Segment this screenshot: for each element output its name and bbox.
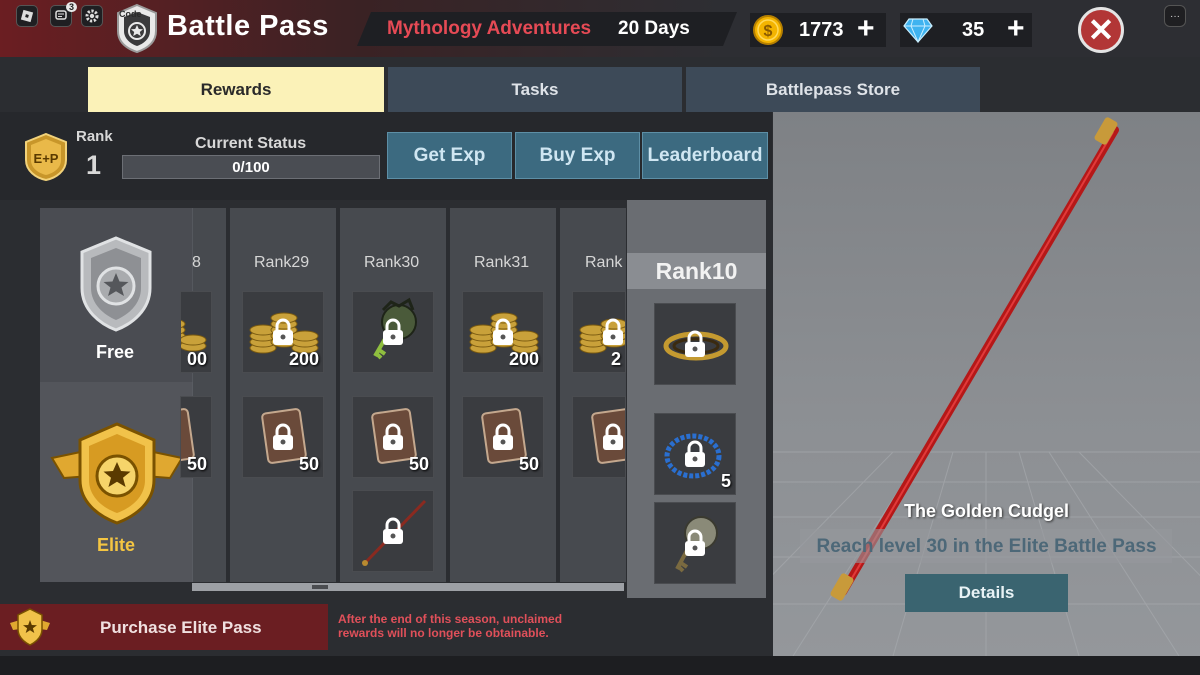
reward-quantity: 00 — [186, 349, 207, 369]
highlight-reward-elite[interactable] — [654, 502, 736, 584]
reward-quantity: 2 — [610, 349, 621, 369]
tab-battlepass-store[interactable]: Battlepass Store — [686, 67, 980, 112]
bottom-strip — [0, 656, 1200, 675]
reward-grid-scrollbar[interactable] — [192, 583, 624, 591]
reward-quantity: 50 — [186, 454, 207, 474]
rank-value: 1 — [86, 150, 102, 180]
reward-quantity: 50 — [518, 454, 539, 474]
add-coins-plus-icon[interactable]: + — [857, 14, 875, 44]
lock-icon — [603, 423, 623, 450]
lock-icon — [273, 318, 293, 345]
rank-column-header: 8 — [192, 254, 201, 271]
reward-cell-elite[interactable]: 50 — [352, 396, 434, 478]
season-name: Mythology Adventures — [387, 18, 592, 39]
lock-icon — [383, 318, 403, 345]
reward-cell-elite-extra[interactable] — [352, 490, 434, 572]
elite-winged-shield-icon — [50, 420, 184, 526]
lock-icon — [685, 330, 705, 357]
buy-exp-button[interactable]: Buy Exp — [515, 132, 640, 179]
blue-diamond-icon — [903, 17, 933, 44]
highlighted-rank-label: Rank10 — [627, 253, 766, 289]
purchase-elite-pass-label: Purchase Elite Pass — [100, 618, 262, 637]
exp-progress-bar: 0/100 — [122, 155, 380, 179]
close-button[interactable]: ✕ — [1078, 7, 1124, 53]
leaderboard-button[interactable]: Leaderboard — [642, 132, 768, 179]
exp-badge-text: E+P — [34, 151, 59, 166]
highlight-reward-free[interactable] — [654, 303, 736, 385]
chat-icon[interactable]: 3 — [50, 2, 77, 27]
reward-cell-free[interactable]: 200 — [242, 291, 324, 373]
scrollbar-thumb[interactable] — [312, 585, 328, 589]
gem-count: 35 — [962, 19, 985, 41]
reward-cell-elite[interactable]: 50 — [180, 396, 212, 478]
lock-icon — [383, 517, 403, 544]
gold-coin-icon: $ — [753, 15, 783, 45]
lock-icon — [273, 423, 293, 450]
reward-cell-elite[interactable]: 50 — [462, 396, 544, 478]
svg-text:$: $ — [764, 23, 773, 40]
coin-count: 1773 — [799, 19, 844, 41]
lock-icon — [383, 423, 403, 450]
elite-shield-small-icon — [10, 608, 50, 646]
reward-quantity: 50 — [408, 454, 429, 474]
highlight-reward-elite[interactable]: 5 — [654, 413, 736, 495]
season-end-notice: After the end of this season, unclaimed … — [338, 612, 563, 640]
lock-icon — [685, 529, 705, 556]
add-gems-plus-icon[interactable]: + — [1007, 14, 1025, 44]
lock-icon — [493, 423, 513, 450]
reward-cell-free[interactable]: 200 — [462, 291, 544, 373]
reward-quantity: 200 — [508, 349, 539, 369]
tab-rewards[interactable]: Rewards — [88, 67, 384, 112]
rank-column-header: Rank30 — [364, 254, 420, 271]
reward-quantity: 200 — [288, 349, 319, 369]
details-button[interactable]: Details — [905, 574, 1068, 612]
exp-badge-icon: E+P — [24, 132, 68, 182]
reward-cell-free[interactable] — [352, 291, 434, 373]
reward-cell-free[interactable]: 2 — [572, 291, 626, 373]
free-track-label: Free — [96, 342, 135, 362]
free-shield-icon — [80, 236, 152, 332]
season-days-remaining: 20 Days — [618, 18, 690, 39]
elite-track-label: Elite — [97, 535, 136, 555]
reward-cell-elite[interactable] — [572, 396, 626, 478]
reward-cell-free[interactable]: 00 — [180, 291, 212, 373]
exp-progress-text: 0/100 — [232, 158, 270, 176]
tab-tasks[interactable]: Tasks — [388, 67, 682, 112]
code-label: Code — [119, 9, 142, 19]
reward-quantity: 50 — [298, 454, 319, 474]
reward-quantity: 5 — [720, 471, 731, 491]
rank-column-header: Rank — [585, 254, 623, 271]
code-shield-button[interactable]: Code — [115, 3, 159, 54]
rank-column-header: Rank29 — [254, 254, 310, 271]
settings-gear-icon[interactable] — [81, 5, 103, 27]
notification-badge: 3 — [65, 2, 77, 12]
roblox-menu-icon[interactable] — [16, 5, 38, 27]
get-exp-button[interactable]: Get Exp — [387, 132, 512, 179]
lock-icon — [493, 318, 513, 345]
close-x-icon: ✕ — [1087, 12, 1115, 48]
reward-cell-elite[interactable]: 50 — [242, 396, 324, 478]
rank-label: Rank — [76, 128, 113, 145]
current-status-label: Current Status — [195, 135, 307, 152]
lock-icon — [685, 440, 705, 467]
more-options-icon[interactable]: ··· — [1164, 5, 1186, 27]
preview-item-name: The Golden Cudgel — [904, 501, 1069, 521]
lock-icon — [603, 318, 623, 345]
page-title: Battle Pass — [167, 10, 329, 42]
rank-column-header: Rank31 — [474, 254, 530, 271]
preview-item-description: Reach level 30 in the Elite Battle Pass — [816, 536, 1157, 557]
